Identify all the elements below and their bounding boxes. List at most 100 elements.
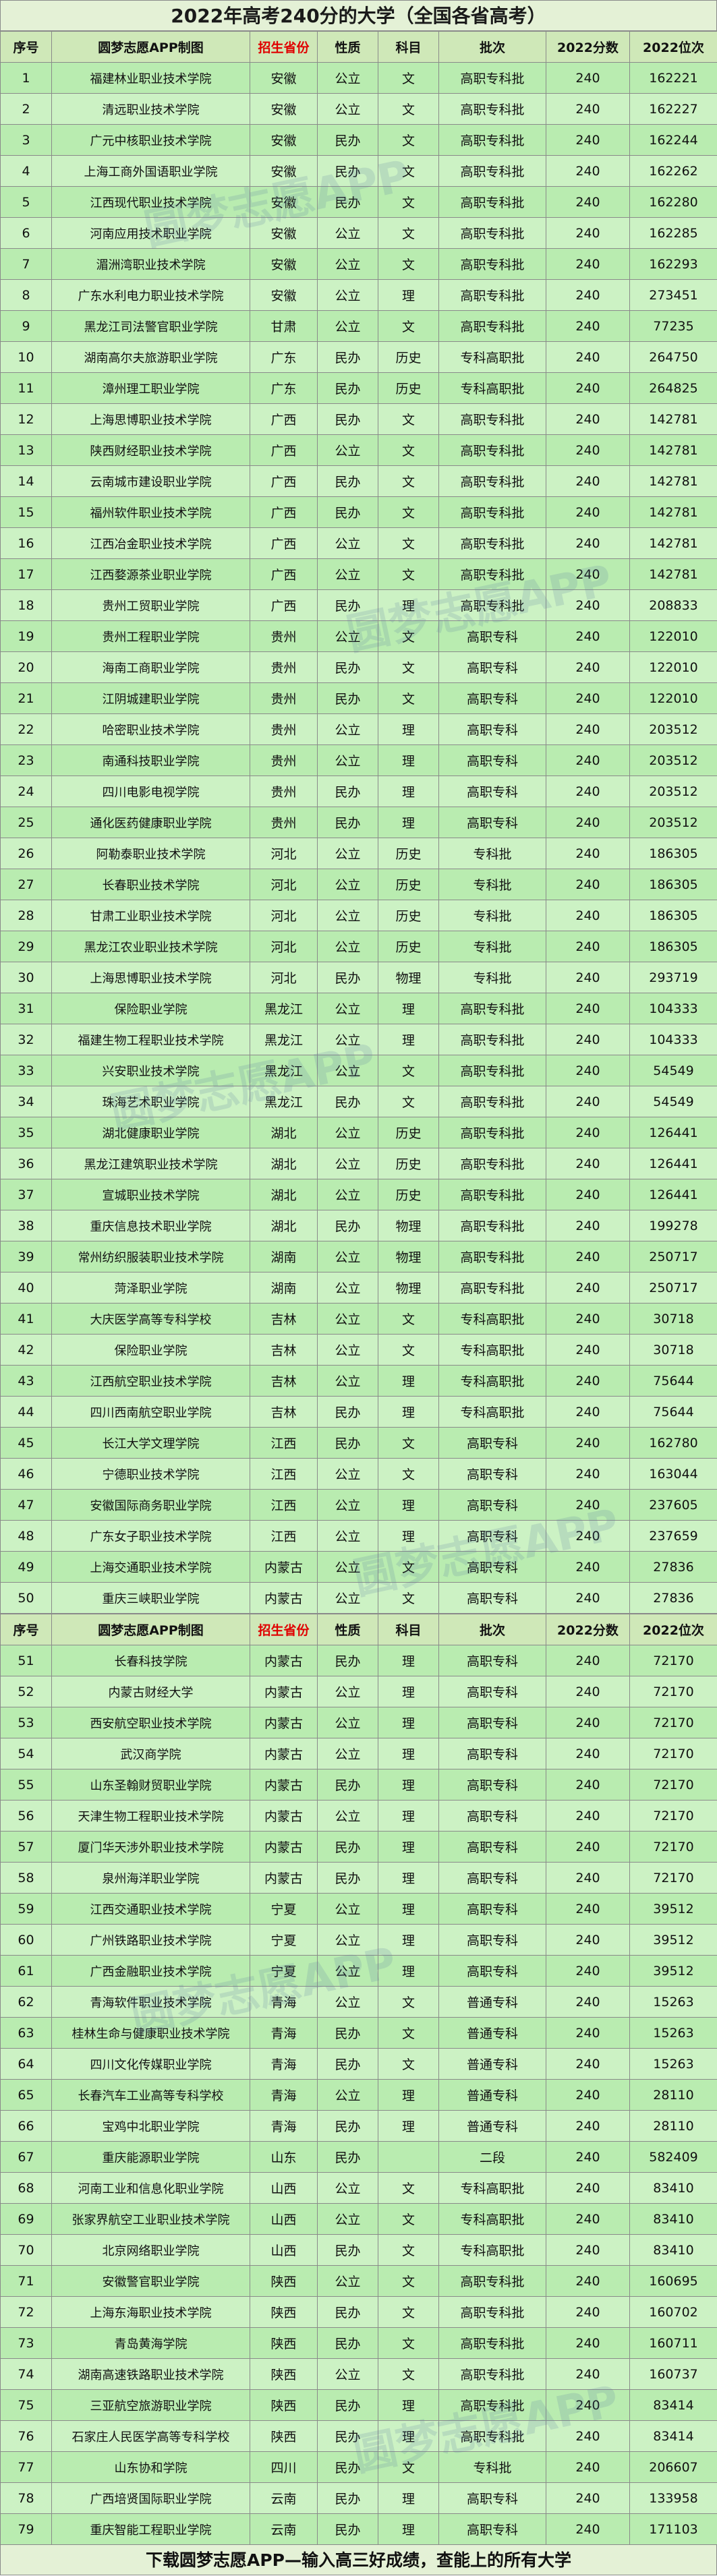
cell-province: 吉林 <box>250 1397 318 1428</box>
cell-score: 240 <box>546 2142 630 2173</box>
cell-subject: 文 <box>378 2235 439 2266</box>
cell-ownership: 民办 <box>318 1086 378 1117</box>
cell-school-name: 常州纺织服装职业技术学院 <box>52 1241 250 1272</box>
cell-rank: 75644 <box>630 1397 717 1428</box>
cell-school-name: 石家庄人民医学高等专科学校 <box>52 2421 250 2452</box>
cell-ownership: 民办 <box>318 2421 378 2452</box>
cell-batch: 高职专科批 <box>439 2297 546 2328</box>
cell-rank: 142781 <box>630 528 717 559</box>
cell-row-index: 78 <box>1 2483 52 2514</box>
cell-batch: 高职专科批 <box>439 1148 546 1179</box>
cell-batch: 普通专科 <box>439 2080 546 2111</box>
cell-ownership: 民办 <box>318 2111 378 2142</box>
cell-ownership: 民办 <box>318 2297 378 2328</box>
cell-province: 广西 <box>250 435 318 466</box>
cell-batch: 高职专科批 <box>439 2390 546 2421</box>
cell-rank: 104333 <box>630 1024 717 1055</box>
header-province: 招生省份 <box>250 1614 318 1645</box>
cell-row-index: 44 <box>1 1397 52 1428</box>
cell-row-index: 72 <box>1 2297 52 2328</box>
cell-subject: 文 <box>378 2266 439 2297</box>
cell-row-index: 48 <box>1 1521 52 1552</box>
cell-score: 240 <box>546 869 630 900</box>
table-row: 61广西金融职业技术学院宁夏公立理高职专科24039512 <box>1 1956 717 1987</box>
cell-row-index: 54 <box>1 1738 52 1769</box>
table-row: 59江西交通职业技术学院宁夏公立理高职专科24039512 <box>1 1894 717 1925</box>
cell-rank: 237605 <box>630 1490 717 1521</box>
table-row: 67重庆能源职业学院山东民办二段240582409 <box>1 2142 717 2173</box>
table-row: 63桂林生命与健康职业技术学院青海民办文普通专科24015263 <box>1 2018 717 2049</box>
cell-province: 陕西 <box>250 2328 318 2359</box>
cell-school-name: 山东协和学院 <box>52 2452 250 2483</box>
cell-school-name: 北京网络职业学院 <box>52 2235 250 2266</box>
cell-ownership: 公立 <box>318 1241 378 1272</box>
cell-school-name: 漳州理工职业学院 <box>52 373 250 404</box>
cell-ownership: 公立 <box>318 869 378 900</box>
cell-subject: 理 <box>378 1521 439 1552</box>
cell-ownership: 公立 <box>318 1801 378 1832</box>
cell-school-name: 长春职业技术学院 <box>52 869 250 900</box>
cell-subject: 文 <box>378 2452 439 2483</box>
cell-row-index: 71 <box>1 2266 52 2297</box>
table-row: 74湖南高速铁路职业技术学院陕西公立文高职专科批240160737 <box>1 2359 717 2390</box>
cell-score: 240 <box>546 1179 630 1210</box>
cell-rank: 77235 <box>630 311 717 342</box>
cell-rank: 142781 <box>630 559 717 590</box>
cell-rank: 162227 <box>630 94 717 125</box>
cell-province: 贵州 <box>250 776 318 807</box>
cell-batch: 高职专科 <box>439 1707 546 1738</box>
table-row: 48广东女子职业技术学院江西公立理高职专科240237659 <box>1 1521 717 1552</box>
cell-school-name: 江阴城建职业学院 <box>52 683 250 714</box>
cell-batch: 高职专科批 <box>439 249 546 280</box>
cell-subject: 历史 <box>378 931 439 962</box>
cell-school-name: 保险职业学院 <box>52 1335 250 1366</box>
cell-row-index: 4 <box>1 156 52 187</box>
header-rank: 2022位次 <box>630 32 717 63</box>
cell-province: 贵州 <box>250 807 318 838</box>
cell-province: 黑龙江 <box>250 1055 318 1086</box>
cell-ownership: 民办 <box>318 373 378 404</box>
cell-ownership: 公立 <box>318 931 378 962</box>
cell-rank: 27836 <box>630 1583 717 1614</box>
cell-ownership: 公立 <box>318 249 378 280</box>
cell-school-name: 福州软件职业技术学院 <box>52 497 250 528</box>
cell-ownership: 民办 <box>318 2328 378 2359</box>
cell-province: 贵州 <box>250 714 318 745</box>
cell-school-name: 江西婺源茶业职业学院 <box>52 559 250 590</box>
cell-score: 240 <box>546 2452 630 2483</box>
cell-row-index: 35 <box>1 1117 52 1148</box>
cell-rank: 126441 <box>630 1148 717 1179</box>
cell-school-name: 大庆医学高等专科学校 <box>52 1304 250 1335</box>
cell-province: 黑龙江 <box>250 1024 318 1055</box>
table-row: 57厦门华天涉外职业技术学院内蒙古民办理高职专科24072170 <box>1 1832 717 1863</box>
cell-province: 黑龙江 <box>250 1086 318 1117</box>
cell-batch: 专科高职批 <box>439 342 546 373</box>
cell-school-name: 云南城市建设职业学院 <box>52 466 250 497</box>
cell-row-index: 50 <box>1 1583 52 1614</box>
cell-ownership: 公立 <box>318 1366 378 1397</box>
cell-rank: 264825 <box>630 373 717 404</box>
cell-province: 贵州 <box>250 683 318 714</box>
cell-ownership: 民办 <box>318 2142 378 2173</box>
cell-batch: 高职专科批 <box>439 528 546 559</box>
cell-school-name: 宣城职业技术学院 <box>52 1179 250 1210</box>
cell-rank: 30718 <box>630 1304 717 1335</box>
cell-batch: 高职专科批 <box>439 1241 546 1272</box>
cell-ownership: 民办 <box>318 776 378 807</box>
cell-subject: 物理 <box>378 1241 439 1272</box>
cell-province: 陕西 <box>250 2297 318 2328</box>
cell-ownership: 公立 <box>318 218 378 249</box>
table-row: 11漳州理工职业学院广东民办历史专科高职批240264825 <box>1 373 717 404</box>
cell-ownership: 公立 <box>318 1707 378 1738</box>
table-row: 8广东水利电力职业技术学院安徽公立理高职专科批240273451 <box>1 280 717 311</box>
table-row: 66宝鸡中北职业学院青海民办理普通专科24028110 <box>1 2111 717 2142</box>
cell-rank: 39512 <box>630 1925 717 1956</box>
cell-batch: 高职专科批 <box>439 497 546 528</box>
table-row: 42保险职业学院吉林公立文专科高职批24030718 <box>1 1335 717 1366</box>
cell-province: 江西 <box>250 1521 318 1552</box>
cell-row-index: 32 <box>1 1024 52 1055</box>
cell-school-name: 上海东海职业技术学院 <box>52 2297 250 2328</box>
cell-row-index: 2 <box>1 94 52 125</box>
cell-rank: 83410 <box>630 2173 717 2204</box>
table-row: 55山东圣翰财贸职业学院内蒙古民办理高职专科24072170 <box>1 1769 717 1801</box>
